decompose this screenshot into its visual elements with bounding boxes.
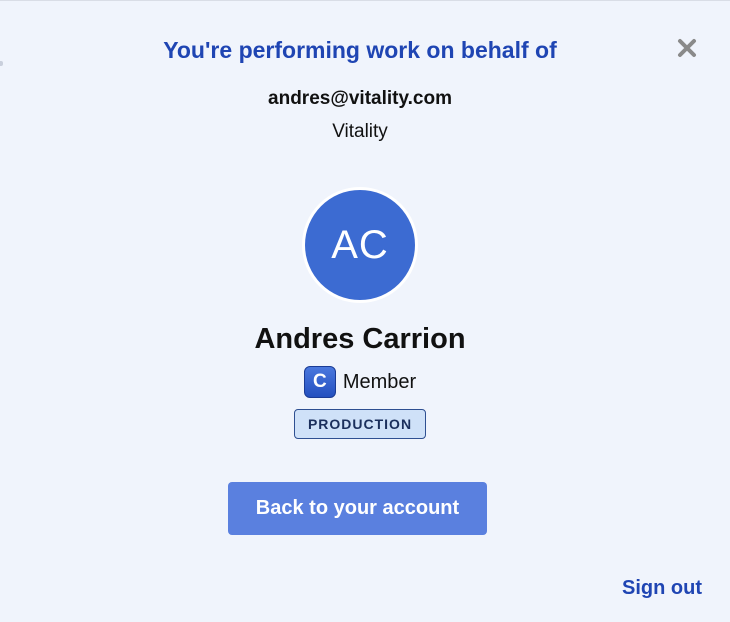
role-row: C Member <box>0 366 720 398</box>
user-name: Andres Carrion <box>254 323 466 355</box>
sign-out-link[interactable]: Sign out <box>612 577 712 600</box>
avatar-initials: AC <box>305 190 415 300</box>
impersonation-dialog: You're performing work on behalf of andr… <box>0 0 730 622</box>
account-email: andres@vitality.com <box>268 88 452 109</box>
dialog-title: You're performing work on behalf of <box>163 37 557 63</box>
account-organization: Vitality <box>332 121 388 142</box>
avatar: AC <box>302 187 418 303</box>
environment-badge: PRODUCTION <box>294 409 426 439</box>
back-to-account-button[interactable]: Back to your account <box>228 482 487 535</box>
role-badge: C <box>303 366 336 398</box>
role-label: Member <box>342 370 417 393</box>
